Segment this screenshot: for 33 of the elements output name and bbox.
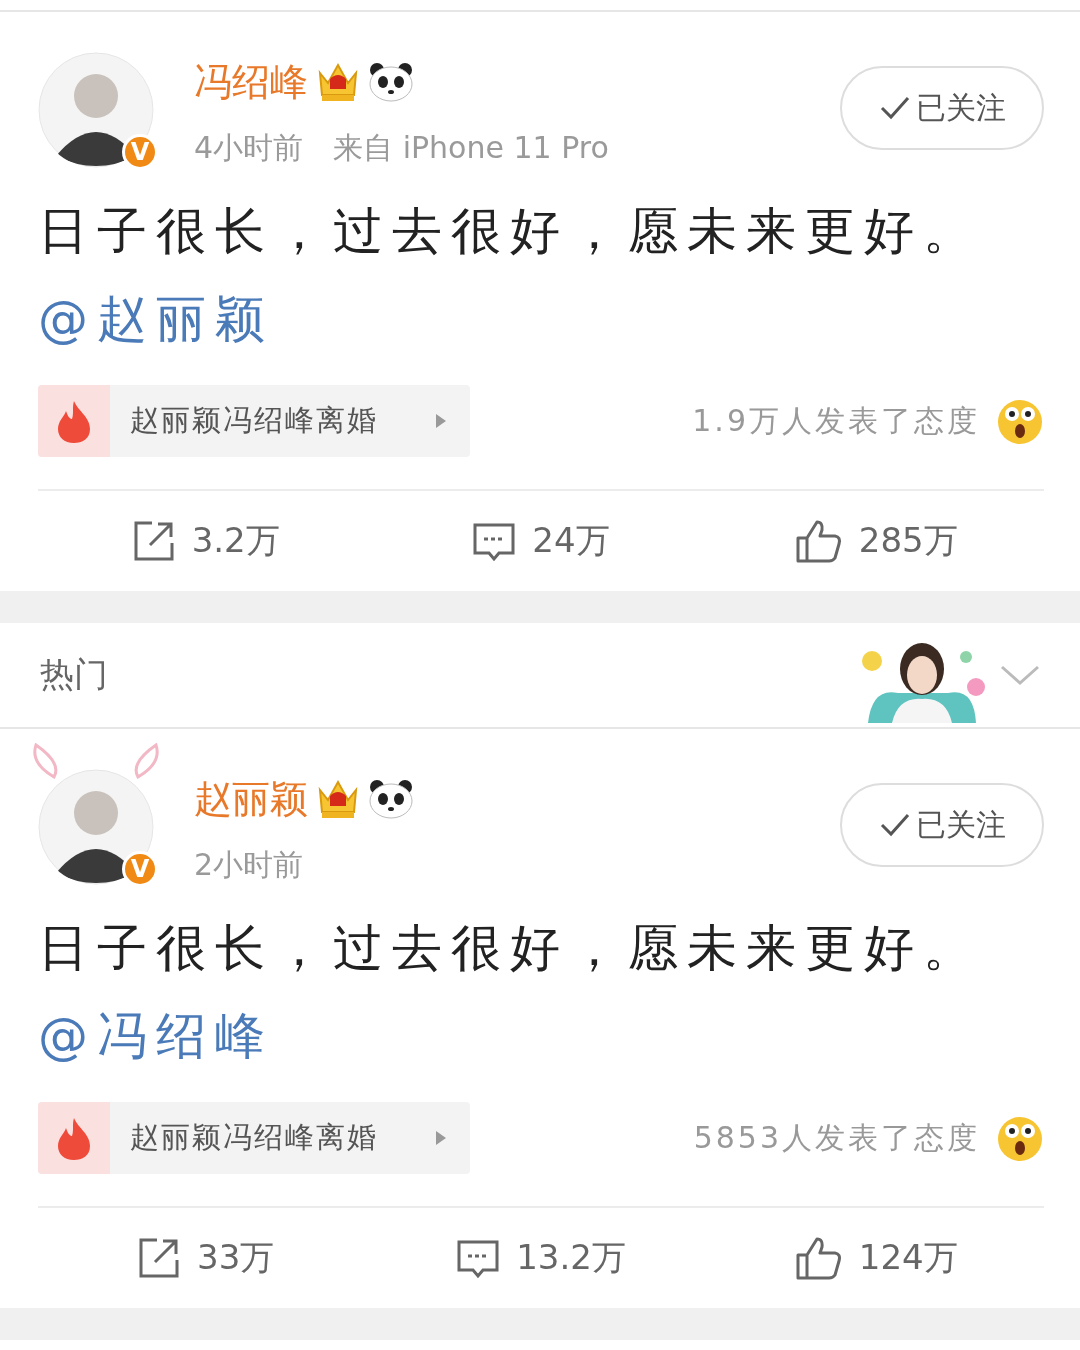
post-source: 来自 iPhone 11 Pro bbox=[333, 129, 609, 167]
thumbs-up-icon[interactable] bbox=[794, 1235, 843, 1281]
avatar[interactable] bbox=[38, 52, 154, 168]
reaction-count: 5853人发表了态度 bbox=[693, 1118, 980, 1157]
post-text: 日子很长，过去很好，愿未来更好。 @冯绍峰 bbox=[38, 918, 983, 1067]
verified-badge: V bbox=[122, 851, 158, 887]
avatar[interactable] bbox=[38, 769, 154, 885]
play-triangle-icon bbox=[434, 412, 448, 430]
repost-count: 3.2万 bbox=[191, 519, 280, 562]
share-icon[interactable] bbox=[137, 1236, 182, 1280]
crown-icon bbox=[316, 61, 360, 103]
thumbs-up-icon[interactable] bbox=[794, 518, 843, 564]
topic-chip[interactable]: 赵丽颖冯绍峰离婚 bbox=[38, 385, 470, 457]
play-triangle-icon bbox=[434, 1129, 448, 1147]
post-time: 4小时前 bbox=[194, 129, 304, 167]
topic-chip[interactable]: 赵丽颖冯绍峰离婚 bbox=[38, 1102, 470, 1174]
panda-icon bbox=[368, 778, 414, 820]
section-label: 热门 bbox=[40, 653, 109, 696]
like-count: 285万 bbox=[858, 519, 958, 562]
mention-link[interactable]: @赵丽颖 bbox=[38, 290, 274, 348]
comment-count: 13.2万 bbox=[516, 1236, 626, 1279]
crown-icon bbox=[316, 778, 360, 820]
like-count: 124万 bbox=[858, 1236, 958, 1279]
follow-button[interactable]: 已关注 bbox=[840, 66, 1044, 150]
post-time: 2小时前 bbox=[194, 846, 304, 884]
verified-badge: V bbox=[122, 134, 158, 170]
repost-count: 33万 bbox=[197, 1236, 275, 1279]
follow-button[interactable]: 已关注 bbox=[840, 783, 1044, 867]
panda-icon bbox=[368, 61, 414, 103]
comment-count: 24万 bbox=[532, 519, 610, 562]
mention-link[interactable]: @冯绍峰 bbox=[38, 1007, 274, 1065]
post-text: 日子很长，过去很好，愿未来更好。 @赵丽颖 bbox=[38, 201, 983, 350]
reaction-count: 1.9万人发表了态度 bbox=[692, 401, 980, 440]
